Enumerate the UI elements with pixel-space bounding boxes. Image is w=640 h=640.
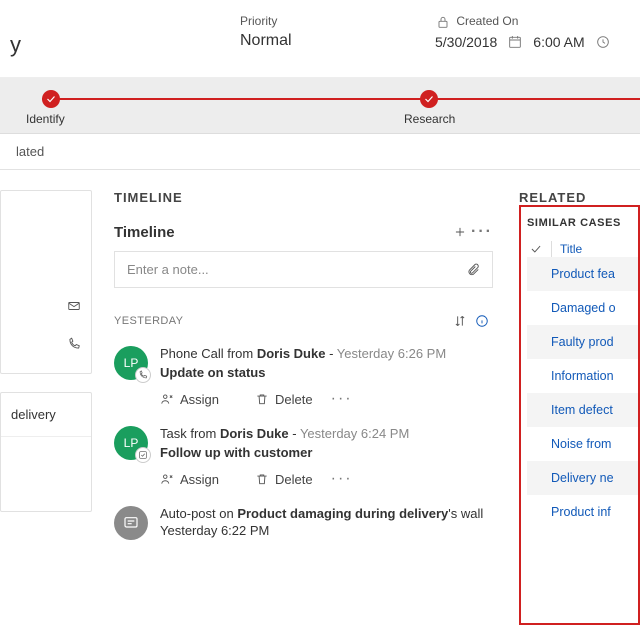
timeline-line2: Update on status [160, 365, 493, 380]
created-on-value[interactable]: 5/30/2018 6:00 AM [435, 34, 630, 50]
phone-icon [138, 370, 148, 380]
timeline-item: LP Phone Call from Doris Duke - Yesterda… [114, 346, 493, 412]
clock-icon [595, 34, 611, 50]
similar-case-row[interactable]: Product inf [527, 495, 638, 529]
created-on-label: Created On [435, 14, 630, 30]
check-icon[interactable] [529, 242, 543, 256]
avatar: LP [114, 426, 148, 460]
timeline-actions: Assign Delete ··· [160, 470, 493, 488]
timeline-item: Auto-post on Product damaging during del… [114, 506, 493, 540]
delete-button[interactable]: Delete [255, 472, 313, 487]
yesterday-label: YESTERDAY [114, 315, 183, 327]
lock-icon [435, 14, 451, 30]
note-placeholder: Enter a note... [127, 262, 209, 277]
header-created-on: Created On 5/30/2018 6:00 AM [435, 6, 630, 75]
sort-icon[interactable] [449, 310, 471, 332]
header-priority: Priority Normal [240, 6, 435, 75]
timeline-line1: Phone Call from Doris Duke - Yesterday 6… [160, 346, 493, 361]
more-icon[interactable]: ··· [471, 221, 493, 243]
note-input[interactable]: Enter a note... [114, 251, 493, 288]
timeline-line1: Auto-post on Product damaging during del… [160, 506, 493, 521]
assign-button[interactable]: Assign [160, 472, 219, 487]
timeline-column: TIMELINE Timeline ··· Enter a note... YE… [100, 170, 505, 640]
related-title: RELATED [519, 190, 640, 205]
column-title[interactable]: Title [560, 242, 582, 256]
timeline-ts: Yesterday 6:22 PM [160, 523, 493, 538]
phone-icon[interactable] [67, 337, 81, 356]
tab-strip: lated [0, 134, 640, 170]
more-actions[interactable]: ··· [331, 470, 353, 488]
similar-case-row[interactable]: Faulty prod [527, 325, 638, 359]
similar-cases-header: Title [527, 241, 638, 257]
post-icon [123, 515, 139, 531]
main-columns: delivery TIMELINE Timeline ··· Enter a n… [0, 170, 640, 640]
avatar: LP [114, 346, 148, 380]
assign-icon [160, 472, 174, 486]
delivery-label: delivery [1, 393, 91, 437]
similar-case-row[interactable]: Information [527, 359, 638, 393]
calendar-icon [507, 34, 523, 50]
stage-label-identify: Identify [26, 112, 65, 126]
tab-related[interactable]: lated [10, 144, 50, 159]
priority-label: Priority [240, 14, 435, 28]
created-time: 6:00 AM [533, 34, 584, 50]
timeline-line2: Follow up with customer [160, 445, 493, 460]
related-column: RELATED SIMILAR CASES Title Product fea … [505, 170, 640, 640]
timeline-actions: Assign Delete ··· [160, 390, 493, 408]
assign-button[interactable]: Assign [160, 392, 219, 407]
task-check-icon [138, 450, 148, 460]
stage-bar: Identify Research [0, 78, 640, 134]
timeline-subtitle-row: Timeline ··· [114, 221, 493, 243]
check-icon [423, 93, 435, 105]
email-icon[interactable] [67, 299, 81, 318]
assign-icon [160, 392, 174, 406]
check-icon [45, 93, 57, 105]
avatar [114, 506, 148, 540]
add-icon[interactable] [449, 221, 471, 243]
trash-icon [255, 472, 269, 486]
timeline-section-yesterday: YESTERDAY [114, 310, 493, 332]
contact-card [0, 190, 92, 374]
stage-node-identify[interactable] [42, 90, 60, 108]
similar-cases-title: SIMILAR CASES [527, 217, 638, 229]
page-title: y [10, 6, 240, 75]
trash-icon [255, 392, 269, 406]
timeline-subtitle: Timeline [114, 224, 175, 241]
delivery-card: delivery [0, 392, 92, 512]
timeline-title: TIMELINE [114, 190, 493, 205]
similar-case-row[interactable]: Noise from [527, 427, 638, 461]
similar-case-row[interactable]: Delivery ne [527, 461, 638, 495]
stage-line [42, 98, 640, 100]
priority-value: Normal [240, 32, 435, 50]
info-icon[interactable] [471, 310, 493, 332]
delete-button[interactable]: Delete [255, 392, 313, 407]
created-on-label-text: Created On [456, 14, 518, 28]
attachment-icon[interactable] [466, 263, 480, 277]
timeline-item: LP Task from Doris Duke - Yesterday 6:24… [114, 426, 493, 492]
similar-case-row[interactable]: Damaged o [527, 291, 638, 325]
header: y Priority Normal Created On 5/30/2018 6… [0, 0, 640, 78]
created-date: 5/30/2018 [435, 34, 497, 50]
left-column: delivery [0, 170, 100, 640]
similar-case-row[interactable]: Product fea [527, 257, 638, 291]
similar-case-row[interactable]: Item defect [527, 393, 638, 427]
similar-cases-box: SIMILAR CASES Title Product fea Damaged … [519, 205, 640, 625]
more-actions[interactable]: ··· [331, 390, 353, 408]
timeline-line1: Task from Doris Duke - Yesterday 6:24 PM [160, 426, 493, 441]
stage-node-research[interactable] [420, 90, 438, 108]
stage-label-research: Research [404, 112, 455, 126]
